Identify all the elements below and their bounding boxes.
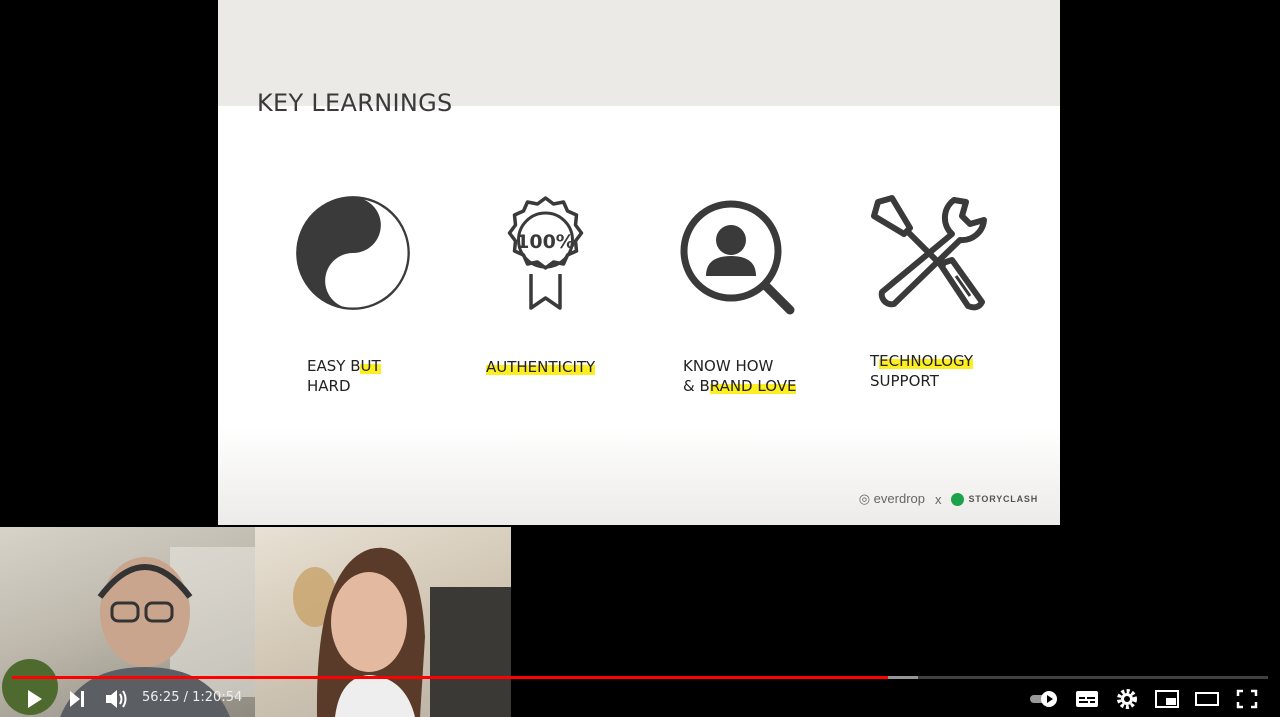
fullscreen-icon[interactable] bbox=[1233, 686, 1261, 712]
storyclash-logo: STORYCLASH bbox=[951, 492, 1038, 506]
autoplay-toggle-icon[interactable] bbox=[1028, 686, 1060, 712]
tools-icon bbox=[870, 194, 1030, 312]
yin-yang-icon bbox=[295, 195, 455, 311]
webcam-participant-2 bbox=[255, 527, 511, 717]
theater-icon[interactable] bbox=[1193, 686, 1221, 712]
slide-bottom-fade bbox=[218, 425, 1060, 525]
person-search-icon bbox=[678, 198, 838, 316]
slide-title: KEY LEARNINGS bbox=[257, 89, 453, 117]
logo-separator: x bbox=[934, 491, 942, 507]
svg-text:100%: 100% bbox=[516, 231, 575, 253]
next-icon[interactable] bbox=[63, 686, 91, 712]
everdrop-logo: ◎ everdrop bbox=[858, 491, 925, 506]
miniplayer-icon[interactable] bbox=[1153, 686, 1181, 712]
item-authenticity-label: AUTHENTICITY bbox=[486, 358, 596, 376]
badge-100-icon: 100% bbox=[498, 194, 658, 312]
time-display: 56:25 / 1:20:54 bbox=[142, 690, 243, 705]
subtitles-icon[interactable] bbox=[1073, 686, 1101, 712]
volume-icon[interactable] bbox=[102, 686, 130, 712]
item-technology-label: TECHNOLOGY SUPPORT bbox=[870, 352, 974, 390]
footer-logos: ◎ everdrop x STORYCLASH bbox=[859, 491, 1038, 507]
progress-bar[interactable] bbox=[12, 676, 1268, 679]
progress-played bbox=[12, 676, 888, 679]
settings-icon[interactable] bbox=[1113, 686, 1141, 712]
presentation-slide: KEY LEARNINGS EASY BUT HARD 100% AUTHENT… bbox=[218, 0, 1060, 525]
item-easy-label: EASY BUT HARD bbox=[307, 357, 381, 395]
storyclash-icon bbox=[951, 492, 965, 506]
play-icon[interactable] bbox=[20, 686, 48, 712]
item-know-how-label: KNOW HOW & BRAND LOVE bbox=[683, 357, 797, 395]
